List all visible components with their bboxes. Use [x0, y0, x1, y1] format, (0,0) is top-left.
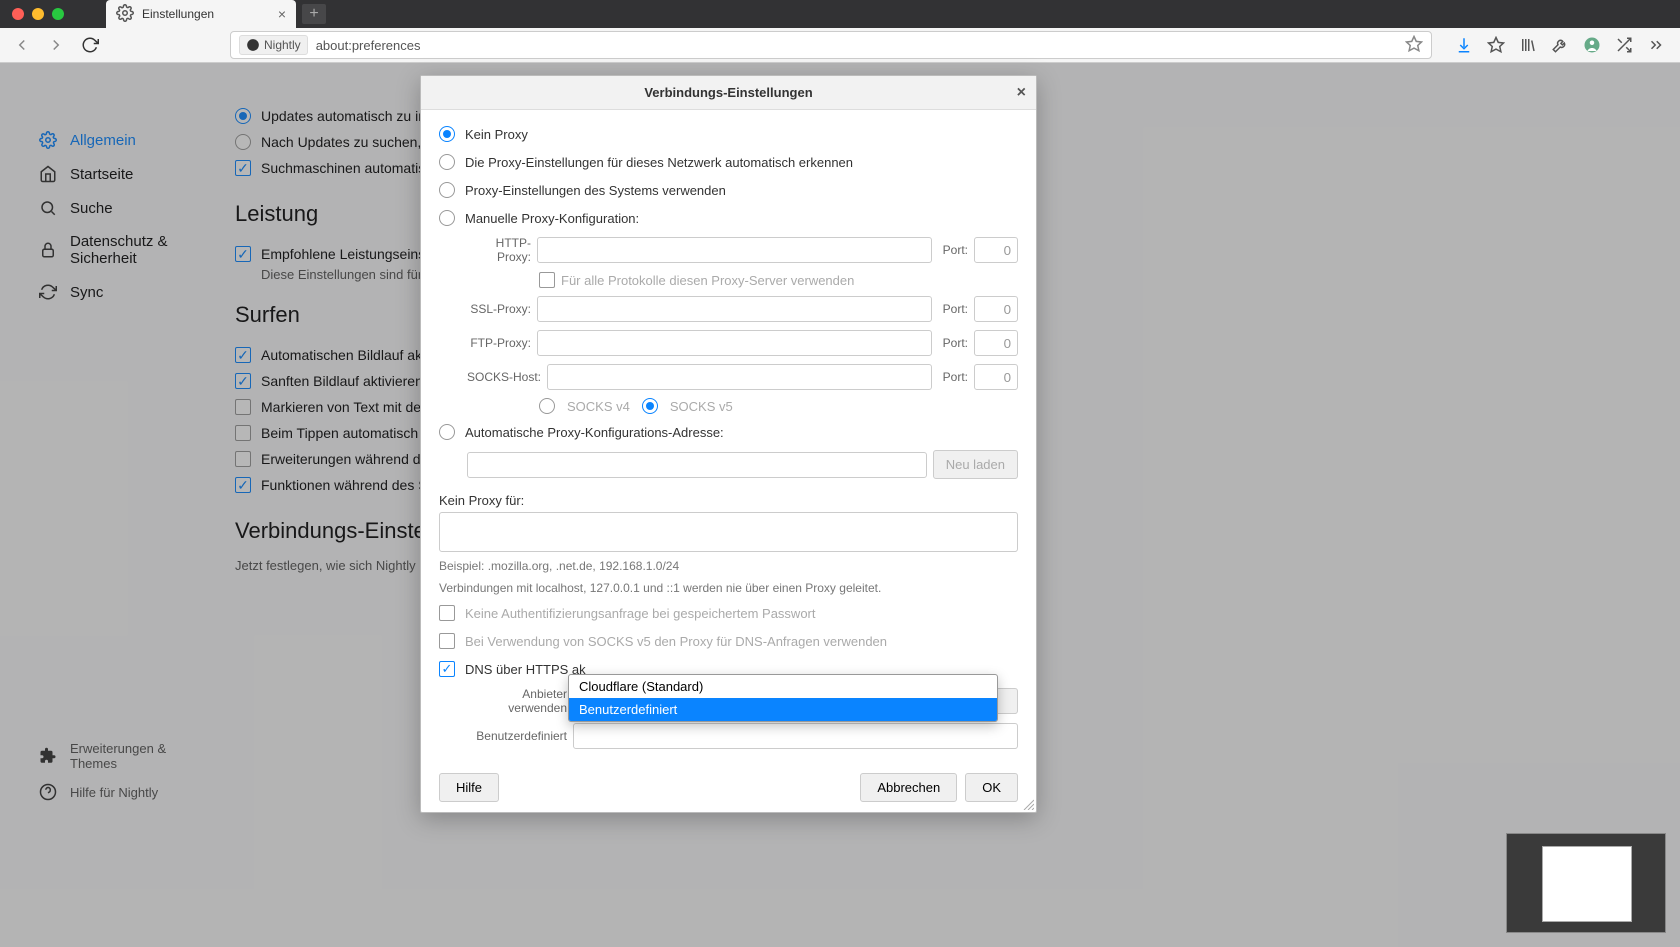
tab-title: Einstellungen — [142, 7, 214, 21]
radio-manual-proxy[interactable] — [439, 210, 455, 226]
localhost-note: Verbindungen mit localhost, 127.0.0.1 un… — [439, 577, 1018, 599]
cancel-button[interactable]: Abbrechen — [860, 773, 957, 802]
help-button[interactable]: Hilfe — [439, 773, 499, 802]
radio-auto-detect[interactable] — [439, 154, 455, 170]
select-option-cloudflare[interactable]: Cloudflare (Standard) — [569, 675, 997, 698]
example-text: Beispiel: .mozilla.org, .net.de, 192.168… — [439, 555, 1018, 577]
overflow-icon[interactable] — [1646, 35, 1666, 55]
ssl-proxy-label: SSL-Proxy: — [467, 302, 531, 316]
minimize-window-button[interactable] — [32, 8, 44, 20]
avatar-icon[interactable] — [1582, 35, 1602, 55]
http-proxy-input[interactable] — [537, 237, 932, 263]
dialog-header: Verbindungs-Einstellungen × — [421, 76, 1036, 110]
reload-button[interactable] — [76, 31, 104, 59]
ftp-proxy-label: FTP-Proxy: — [467, 336, 531, 350]
browser-tab[interactable]: Einstellungen × — [106, 0, 296, 28]
select-option-custom[interactable]: Benutzerdefiniert — [569, 698, 997, 721]
downloads-icon[interactable] — [1454, 35, 1474, 55]
checkbox-use-for-all[interactable] — [539, 272, 555, 288]
ok-button[interactable]: OK — [965, 773, 1018, 802]
bookmark-star-icon[interactable] — [1405, 35, 1423, 56]
shuffle-icon[interactable] — [1614, 35, 1634, 55]
checkbox-socks-dns[interactable] — [439, 633, 455, 649]
wrench-icon[interactable] — [1550, 35, 1570, 55]
http-proxy-label: HTTP-Proxy: — [467, 236, 531, 264]
back-button[interactable] — [8, 31, 36, 59]
no-proxy-for-label: Kein Proxy für: — [439, 483, 1018, 512]
no-proxy-for-textarea[interactable] — [439, 512, 1018, 552]
auto-config-url-input[interactable] — [467, 452, 927, 478]
socks-port-input[interactable] — [974, 364, 1018, 390]
ssl-proxy-input[interactable] — [537, 296, 932, 322]
close-tab-button[interactable]: × — [278, 6, 286, 22]
http-port-input[interactable] — [974, 237, 1018, 263]
custom-label: Benutzerdefiniert — [467, 729, 567, 743]
traffic-lights — [0, 8, 76, 20]
ftp-proxy-input[interactable] — [537, 330, 932, 356]
close-window-button[interactable] — [12, 8, 24, 20]
reload-pac-button[interactable]: Neu laden — [933, 450, 1018, 479]
radio-no-proxy[interactable] — [439, 126, 455, 142]
library-icon[interactable] — [1486, 35, 1506, 55]
resize-grip-icon[interactable] — [1022, 798, 1034, 810]
radio-auto-config[interactable] — [439, 424, 455, 440]
window-titlebar: Einstellungen × + — [0, 0, 1680, 28]
ftp-port-input[interactable] — [974, 330, 1018, 356]
pip-thumbnail[interactable] — [1506, 833, 1666, 933]
ssl-port-input[interactable] — [974, 296, 1018, 322]
toolbar-actions — [1448, 35, 1672, 55]
dialog-close-button[interactable]: × — [1017, 84, 1026, 102]
radio-socks4[interactable] — [539, 398, 555, 414]
books-icon[interactable] — [1518, 35, 1538, 55]
forward-button[interactable] — [42, 31, 70, 59]
dialog-footer: Hilfe Abbrechen OK — [421, 763, 1036, 812]
maximize-window-button[interactable] — [52, 8, 64, 20]
provider-label: Anbieter verwenden — [467, 687, 567, 715]
radio-socks5[interactable] — [642, 398, 658, 414]
checkbox-doh-enable[interactable]: ✓ — [439, 661, 455, 677]
radio-system-proxy[interactable] — [439, 182, 455, 198]
navigation-toolbar: Nightly about:preferences — [0, 28, 1680, 63]
custom-doh-input[interactable] — [573, 723, 1018, 749]
url-text: about:preferences — [316, 38, 421, 53]
gear-icon — [116, 4, 134, 25]
socks-host-input[interactable] — [547, 364, 932, 390]
url-bar[interactable]: Nightly about:preferences — [230, 31, 1432, 59]
provider-select-popup: Cloudflare (Standard) Benutzerdefiniert — [568, 674, 998, 722]
dialog-title: Verbindungs-Einstellungen — [644, 85, 812, 100]
checkbox-no-auth-prompt[interactable] — [439, 605, 455, 621]
new-tab-button[interactable]: + — [302, 4, 326, 24]
socks-host-label: SOCKS-Host: — [467, 370, 541, 384]
identity-badge[interactable]: Nightly — [239, 35, 308, 55]
